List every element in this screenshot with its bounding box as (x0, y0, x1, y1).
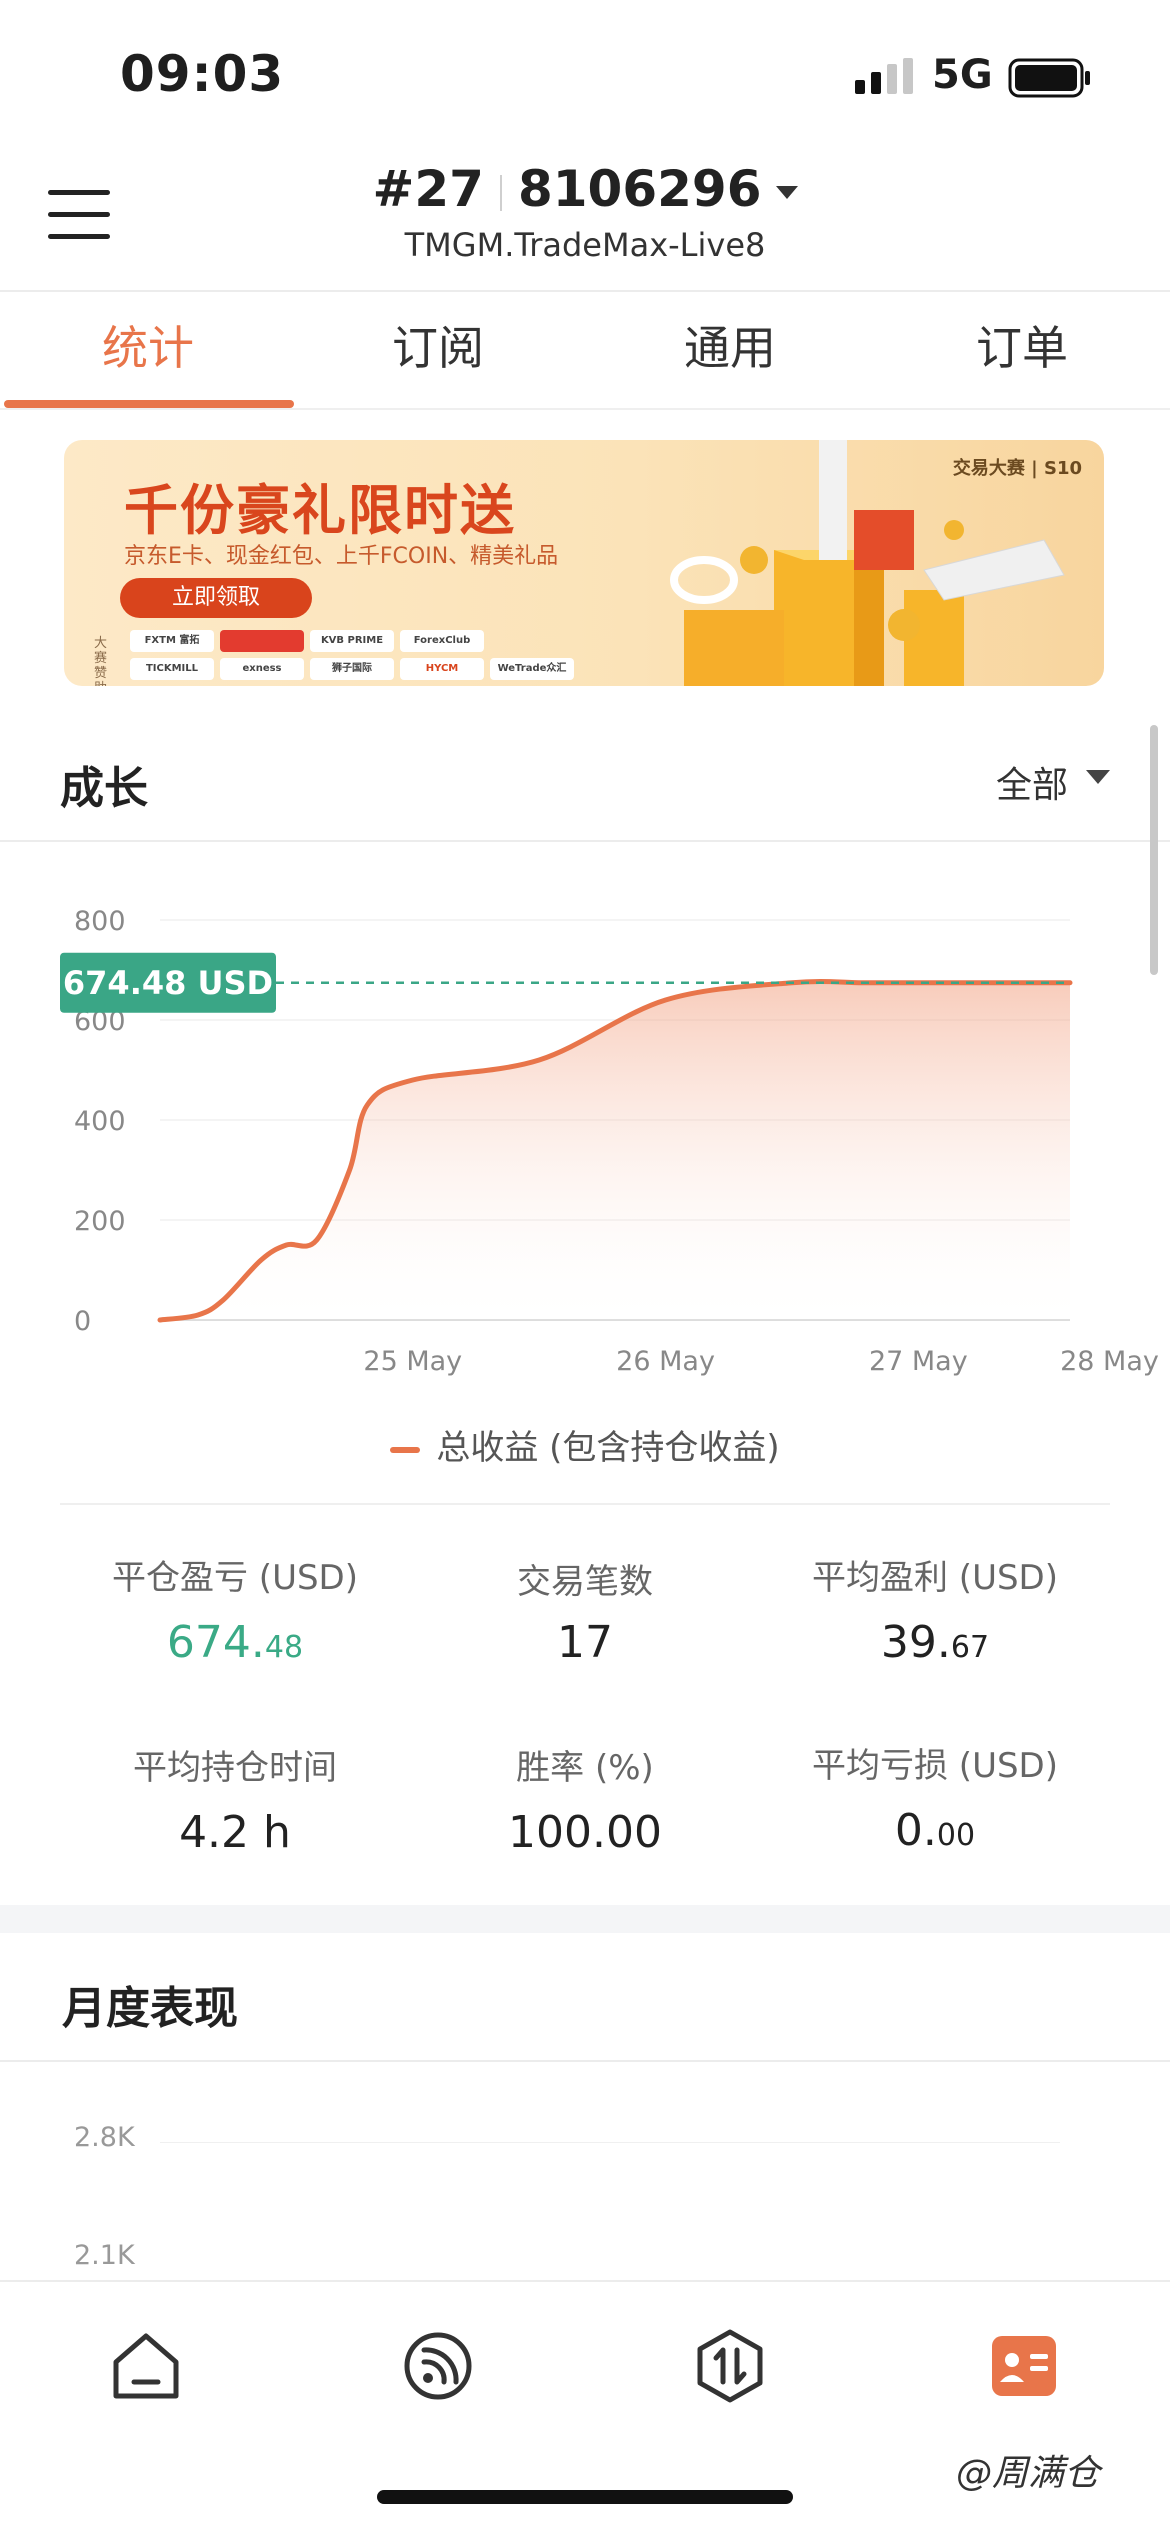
stat-avg-profit: 平均盈利 (USD) 39.67 (755, 1550, 1115, 1668)
caret-down-icon (775, 186, 798, 199)
divider (0, 2060, 1170, 2062)
stat-value: 17 (557, 1617, 613, 1668)
feed-icon[interactable] (398, 2326, 478, 2406)
stat-avg-holding-time: 平均持仓时间 4.2 h (55, 1740, 415, 1858)
y-tick-label: 400 (74, 1106, 126, 1137)
growth-chart: 8006004002000 25 May 26 May 27 May 28 May 6… (60, 906, 1159, 1377)
y-tick-label: 200 (74, 1206, 126, 1237)
y-tick-label: 2.8K (74, 2122, 135, 2153)
section-separator (0, 1905, 1170, 1933)
stat-value: 674.48 (166, 1617, 304, 1668)
status-bar: 09:03 5G (0, 0, 1170, 150)
series-area (160, 981, 1070, 1320)
home-icon[interactable] (106, 2326, 186, 2406)
monthly-title: 月度表现 (62, 1983, 238, 2034)
stat-label: 平均亏损 (USD) (812, 1746, 1058, 1786)
claim-button[interactable]: 立即领取 (120, 578, 312, 618)
sponsor-logo: ForexClub (400, 630, 484, 652)
stat-trade-count: 交易笔数 17 (405, 1554, 765, 1668)
sponsor-logo: TICKMILL (130, 658, 214, 680)
account-rank: #27 (372, 160, 484, 218)
legend-swatch (390, 1446, 421, 1453)
stat-value: 39.67 (880, 1617, 990, 1668)
legend-label: 总收益 (包含持仓收益) (436, 1428, 780, 1468)
sponsor-logo: 狮子国际 (310, 658, 394, 680)
stat-avg-loss: 平均亏损 (USD) 0.00 (755, 1738, 1115, 1856)
divider (0, 290, 1170, 292)
sponsor-logo: HYCM (400, 658, 484, 680)
sponsor-logo: WeTrade众汇 (490, 658, 574, 680)
tab-subscribe[interactable]: 订阅 (292, 312, 584, 392)
banner-subtitle: 京东E卡、现金红包、上千FCOIN、精美礼品 (124, 544, 559, 569)
x-tick-label: 25 May (363, 1346, 462, 1377)
promo-banner[interactable]: 千份豪礼限时送 京东E卡、现金红包、上千FCOIN、精美礼品 立即领取 大赛赞助… (64, 440, 1104, 686)
chart-legend[interactable]: 总收益 (包含持仓收益) (0, 1420, 1170, 1469)
network-type: 5G (932, 52, 993, 98)
divider (499, 174, 502, 211)
signal-icon (855, 58, 913, 94)
stat-label: 平仓盈亏 (USD) (112, 1558, 358, 1598)
stat-label: 交易笔数 (517, 1562, 653, 1602)
current-value-text: 674.48 USD (63, 964, 273, 1002)
y-tick-label: 0 (74, 1306, 91, 1337)
status-time: 09:03 (120, 45, 285, 103)
profile-card-icon[interactable] (984, 2326, 1064, 2406)
stat-closed-pnl: 平仓盈亏 (USD) 674.48 (55, 1550, 415, 1668)
tab-general[interactable]: 通用 (584, 312, 876, 392)
watermark: @周满仓 (956, 2453, 1101, 2494)
server-name: TMGM.TradeMax-Live8 (404, 226, 766, 264)
divider (0, 840, 1170, 842)
banner-brand: 交易大赛 | S10 (952, 458, 1082, 479)
sponsor-logo (220, 630, 304, 652)
x-tick-label: 28 May (1060, 1346, 1159, 1377)
current-value-label: 674.48 USD (60, 952, 276, 1013)
stat-win-rate: 胜率 (%) 100.00 (405, 1740, 765, 1858)
stat-value: 0.00 (894, 1805, 976, 1856)
x-tick-label: 27 May (869, 1346, 968, 1377)
stat-value: 100.00 (508, 1807, 662, 1858)
tab-orders[interactable]: 订单 (876, 312, 1168, 392)
grid-line (160, 2142, 1060, 2143)
stat-label: 胜率 (%) (516, 1748, 654, 1788)
battery-icon (1008, 58, 1090, 98)
account-id: 8106296 (517, 160, 762, 218)
tab-stats[interactable]: 统计 (2, 312, 294, 392)
x-tick-label: 26 May (616, 1346, 715, 1377)
caret-down-icon[interactable] (1086, 770, 1110, 784)
stat-label: 平均持仓时间 (133, 1748, 337, 1788)
tab-indicator (4, 400, 294, 408)
account-selector[interactable]: #27 8106296 (0, 160, 1170, 218)
stat-value: 4.2 h (179, 1807, 291, 1858)
divider (0, 408, 1170, 410)
divider (60, 1503, 1110, 1505)
trade-icon[interactable] (690, 2326, 770, 2406)
sponsor-logo: exness (220, 658, 304, 680)
stat-label: 平均盈利 (USD) (812, 1558, 1058, 1598)
banner-title: 千份豪礼限时送 (124, 479, 516, 542)
growth-title: 成长 (60, 763, 148, 814)
y-tick-label: 800 (74, 906, 126, 937)
sponsor-logo: FXTM 富拓 (130, 630, 214, 652)
sponsor-label: 大赛赞助 (94, 636, 108, 686)
home-indicator[interactable] (377, 2490, 793, 2504)
growth-filter[interactable]: 全部 (996, 756, 1068, 808)
y-tick-label: 2.1K (74, 2240, 135, 2271)
sponsor-logo: KVB PRIME (310, 630, 394, 652)
